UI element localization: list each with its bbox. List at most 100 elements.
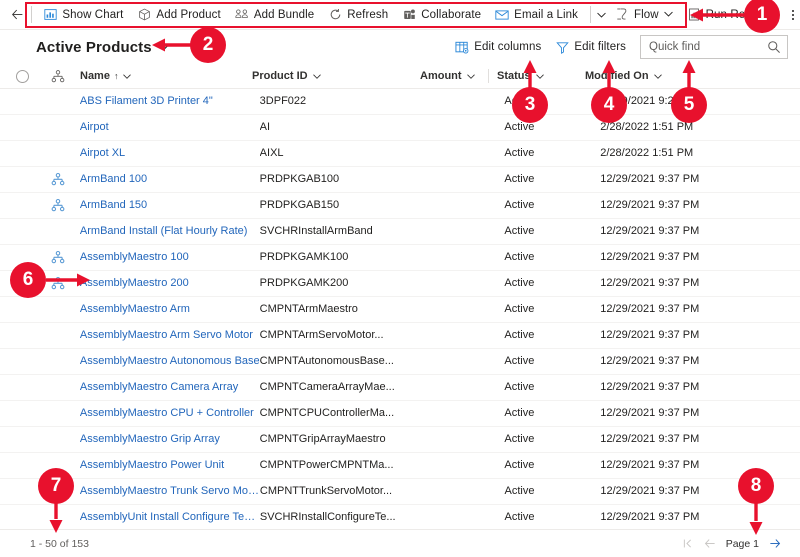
table-row[interactable]: AssemblyMaestro Trunk Servo Motor CMPNTTr… bbox=[0, 479, 800, 505]
row-hierarchy-cell[interactable] bbox=[44, 199, 72, 212]
view-bar: Active Products Edit columns Edit filter… bbox=[0, 31, 800, 63]
row-modified-on-cell: 12/29/2021 9:37 PM bbox=[600, 401, 800, 426]
row-name-link[interactable]: AssemblyMaestro CPU + Controller bbox=[80, 401, 260, 426]
table-row[interactable]: ABS Filament 3D Printer 4" 3DPF022 Active 1… bbox=[0, 89, 800, 115]
status-badge: Active bbox=[504, 381, 535, 393]
row-product-id-cell: PRDPKGAB100 bbox=[260, 167, 428, 192]
row-modified-on-cell: 12/29/2021 9:37 PM bbox=[600, 453, 800, 478]
column-header-name[interactable]: Name ↑ bbox=[72, 64, 252, 88]
add-bundle-button[interactable]: Add Bundle bbox=[228, 2, 321, 28]
row-status-cell: Active bbox=[496, 167, 600, 192]
table-row[interactable]: AssemblyMaestro Autonomous Base CMPNTAuto… bbox=[0, 349, 800, 375]
row-hierarchy-cell[interactable] bbox=[44, 173, 72, 186]
flow-button[interactable]: Flow bbox=[608, 2, 680, 28]
edit-columns-button[interactable]: Edit columns bbox=[449, 34, 547, 60]
email-a-link-button[interactable]: Email a Link bbox=[488, 2, 585, 28]
table-row[interactable]: ArmBand Install (Flat Hourly Rate) SVCHRI… bbox=[0, 219, 800, 245]
table-row[interactable]: AssemblyMaestro Grip Array CMPNTGripArray… bbox=[0, 427, 800, 453]
add-product-label: Add Product bbox=[156, 8, 221, 21]
row-name-link[interactable]: AssemblyMaestro Trunk Servo Motor bbox=[80, 479, 260, 504]
table-row[interactable]: Airpot XL AIXL Active 2/28/2022 1:51 PM bbox=[0, 141, 800, 167]
table-row[interactable]: AssemblyMaestro 200 PRDPKGAMK200 Active 12/… bbox=[0, 271, 800, 297]
select-all-header[interactable] bbox=[0, 64, 44, 88]
quick-find-box[interactable] bbox=[640, 35, 800, 59]
row-hierarchy-cell[interactable] bbox=[44, 251, 72, 264]
row-product-id-cell: PRDPKGAMK200 bbox=[260, 271, 428, 296]
row-product-id-cell: PRDPKGAB150 bbox=[260, 193, 428, 218]
row-name-link[interactable]: Airpot bbox=[80, 115, 260, 140]
row-name-link[interactable]: AssemblyMaestro Camera Array bbox=[80, 375, 260, 400]
back-button[interactable] bbox=[10, 2, 26, 28]
row-name-link[interactable]: AssemblyMaestro Power Unit bbox=[80, 453, 260, 478]
table-row[interactable]: AssemblyMaestro 100 PRDPKGAMK100 Active 12/… bbox=[0, 245, 800, 271]
row-name-link[interactable]: ABS Filament 3D Printer 4" bbox=[80, 89, 260, 114]
column-header-modified-on-label: Modified On bbox=[585, 70, 649, 82]
row-hierarchy-cell[interactable] bbox=[44, 277, 72, 290]
row-name-link[interactable]: AssemblyMaestro 200 bbox=[80, 271, 260, 296]
status-badge: Active bbox=[504, 407, 535, 419]
grid-header-row: Name ↑ Product ID Amount Status Modified… bbox=[0, 64, 800, 89]
row-modified-on-cell: 12/29/2021 9:37 PM bbox=[600, 193, 800, 218]
row-status-cell: Active bbox=[496, 349, 600, 374]
row-name-link[interactable]: AssemblyMaestro Autonomous Base bbox=[80, 349, 260, 374]
table-row[interactable]: ArmBand 150 PRDPKGAB150 Active 12/29/2021 9… bbox=[0, 193, 800, 219]
add-product-button[interactable]: Add Product bbox=[130, 2, 227, 28]
row-modified-on-cell: 12/29/2021 9:37 PM bbox=[600, 219, 800, 244]
column-header-modified-on[interactable]: Modified On bbox=[585, 64, 785, 88]
table-row[interactable]: AssemblyMaestro Arm Servo Motor CMPNTArmS… bbox=[0, 323, 800, 349]
column-header-status[interactable]: Status bbox=[489, 64, 585, 88]
row-name-link[interactable]: Airpot XL bbox=[80, 141, 260, 166]
row-name-link[interactable]: AssemblyUnit Install Configure Test (Fla… bbox=[80, 505, 260, 529]
select-all-checkbox[interactable] bbox=[15, 69, 29, 83]
flow-chevron-down-icon bbox=[663, 11, 673, 19]
row-name-cell: AssemblyMaestro Autonomous Base bbox=[72, 349, 260, 374]
page-first-button[interactable] bbox=[677, 533, 699, 555]
search-input[interactable] bbox=[641, 36, 800, 58]
row-product-id-cell: PRDPKGAMK100 bbox=[260, 245, 428, 270]
row-name-link[interactable]: AssemblyMaestro Arm Servo Motor bbox=[80, 323, 260, 348]
row-name-link[interactable]: AssemblyMaestro Arm bbox=[80, 297, 260, 322]
table-row[interactable]: Airpot AI Active 2/28/2022 1:51 PM bbox=[0, 115, 800, 141]
hierarchy-icon bbox=[51, 277, 65, 290]
page-previous-icon bbox=[704, 539, 715, 548]
row-product-id-value: AIXL bbox=[259, 147, 284, 159]
row-name-link[interactable]: AssemblyMaestro 100 bbox=[80, 245, 260, 270]
table-row[interactable]: ArmBand 100 PRDPKGAB100 Active 12/29/2021 9… bbox=[0, 167, 800, 193]
row-modified-on-cell: 2/28/2022 1:51 PM bbox=[600, 141, 800, 166]
overflow-menu-button[interactable] bbox=[786, 2, 800, 28]
refresh-button[interactable]: Refresh bbox=[321, 2, 395, 28]
row-product-id-cell: CMPNTTrunkServoMotor... bbox=[260, 479, 428, 504]
row-name-link[interactable]: ArmBand 100 bbox=[80, 167, 260, 192]
hierarchy-icon bbox=[51, 69, 65, 82]
status-badge: Active bbox=[504, 329, 535, 341]
hierarchy-icon bbox=[51, 173, 65, 186]
table-row[interactable]: AssemblyMaestro Camera Array CMPNTCameraA… bbox=[0, 375, 800, 401]
status-badge: Active bbox=[504, 121, 535, 133]
column-header-product-id[interactable]: Product ID bbox=[252, 64, 420, 88]
table-row[interactable]: AssemblyMaestro Arm CMPNTArmMaestro Active… bbox=[0, 297, 800, 323]
row-product-id-value: SVCHRInstallConfigureTe... bbox=[259, 511, 396, 523]
row-name-link[interactable]: ArmBand 150 bbox=[80, 193, 260, 218]
page-first-icon bbox=[684, 539, 692, 548]
table-row[interactable]: AssemblyUnit Install Configure Test (Fla… bbox=[0, 505, 800, 529]
collaborate-button[interactable]: Collaborate bbox=[395, 2, 488, 28]
row-name-cell: ArmBand Install (Flat Hourly Rate) bbox=[72, 219, 260, 244]
more-commands-caret[interactable] bbox=[596, 2, 608, 28]
status-badge: Active bbox=[504, 147, 535, 159]
table-row[interactable]: AssemblyMaestro Power Unit CMPNTPowerCMPN… bbox=[0, 453, 800, 479]
table-row[interactable]: AssemblyMaestro CPU + Controller CMPNTCPU… bbox=[0, 401, 800, 427]
row-modified-on-cell: 12/29/2021 9:37 PM bbox=[600, 375, 800, 400]
page-next-button[interactable] bbox=[764, 533, 786, 555]
page-previous-button[interactable] bbox=[699, 533, 721, 555]
row-modified-on-value: 12/29/2021 9:37 PM bbox=[600, 485, 700, 497]
show-chart-button[interactable]: Show Chart bbox=[36, 2, 130, 28]
record-count-label: 1 - 50 of 153 bbox=[30, 537, 89, 550]
row-name-link[interactable]: AssemblyMaestro Grip Array bbox=[80, 427, 260, 452]
row-modified-on-cell: 12/29/2021 9:37 PM bbox=[600, 323, 800, 348]
column-header-amount[interactable]: Amount bbox=[420, 64, 488, 88]
view-selector[interactable]: Active Products bbox=[36, 39, 170, 56]
run-report-button[interactable]: Run Report bbox=[680, 2, 787, 28]
edit-filters-button[interactable]: Edit filters bbox=[549, 34, 632, 60]
row-name-link[interactable]: ArmBand Install (Flat Hourly Rate) bbox=[80, 219, 260, 244]
row-name-cell: AssemblyMaestro Grip Array bbox=[72, 427, 260, 452]
